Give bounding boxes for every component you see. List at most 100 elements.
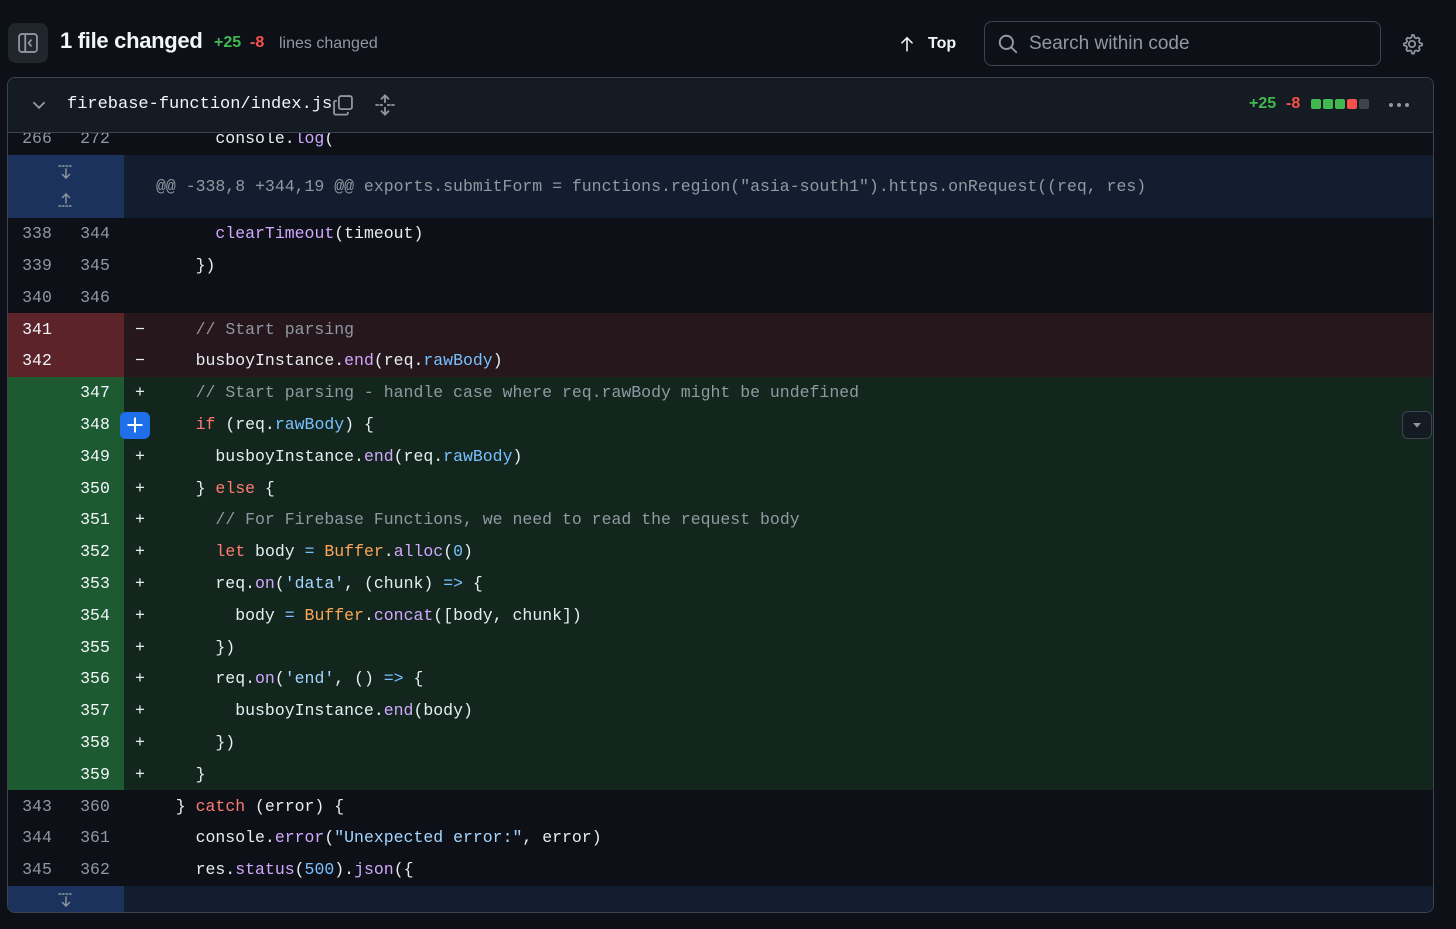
old-line-number[interactable]: 345 xyxy=(8,854,66,886)
expand-below-row xyxy=(8,885,1433,912)
old-line-number[interactable] xyxy=(8,408,66,441)
top-label: Top xyxy=(928,35,957,52)
total-deletions: -8 xyxy=(250,34,265,51)
search-icon xyxy=(998,34,1018,53)
line-options-button[interactable] xyxy=(1402,410,1432,439)
hunk-header-text: @@ -338,8 +344,19 @@ exports.submitForm … xyxy=(156,176,1147,196)
old-line-number[interactable] xyxy=(8,503,66,536)
new-line-number[interactable]: 357 xyxy=(66,694,124,727)
expand-all-button[interactable] xyxy=(372,92,398,118)
collapse-file-button[interactable] xyxy=(28,94,50,116)
file-options-button[interactable] xyxy=(1384,92,1414,118)
context-line-row: 345 362 res.status(500).json({ xyxy=(8,854,1433,886)
new-line-number[interactable]: 361 xyxy=(66,822,124,854)
added-line-row: 349 + busboyInstance.end(req.rawBody) xyxy=(8,440,1433,473)
code-line: }) xyxy=(156,255,216,275)
settings-button[interactable] xyxy=(1398,30,1426,58)
expand-down-icon[interactable] xyxy=(56,164,76,182)
new-line-number[interactable]: 350 xyxy=(66,472,124,504)
code-line: req.on('data', (chunk) => { xyxy=(156,573,483,593)
new-line-number[interactable]: 362 xyxy=(66,854,124,886)
old-line-number[interactable]: 343 xyxy=(8,790,66,822)
code-search-box[interactable] xyxy=(984,21,1381,66)
chevron-down-icon xyxy=(33,101,45,110)
old-line-number[interactable]: 340 xyxy=(8,281,66,313)
diff-marker: + xyxy=(135,573,145,593)
old-line-number[interactable]: 341 xyxy=(8,313,66,345)
unfold-icon xyxy=(375,94,395,116)
code-search-input[interactable] xyxy=(1029,32,1369,55)
new-line-number[interactable]: 358 xyxy=(66,726,124,759)
code-line: console.log( xyxy=(156,133,335,149)
diff-marker: + xyxy=(135,383,145,403)
old-line-number[interactable] xyxy=(8,567,66,600)
new-line-number[interactable]: 359 xyxy=(66,758,124,791)
added-line-row: 354 + body = Buffer.concat([body, chunk]) xyxy=(8,599,1433,632)
old-line-number[interactable] xyxy=(8,376,66,409)
diff-marker: + xyxy=(135,605,145,625)
diff-marker: + xyxy=(135,478,145,498)
diff-toolbar: 1 file changed +25 -8 lines changed Top xyxy=(0,0,1456,78)
file-path[interactable]: firebase-function/index.js xyxy=(67,95,332,114)
new-line-number[interactable]: 351 xyxy=(66,503,124,536)
old-line-number[interactable] xyxy=(8,694,66,727)
new-line-number[interactable]: 352 xyxy=(66,535,124,568)
new-line-number[interactable]: 355 xyxy=(66,631,124,663)
added-line-row: 355 + }) xyxy=(8,631,1433,663)
diff-marker: + xyxy=(135,637,145,657)
expand-down-icon[interactable] xyxy=(56,892,76,910)
new-line-number[interactable]: 344 xyxy=(66,218,124,250)
file-header: firebase-function/index.js +25 -8 xyxy=(8,78,1433,133)
file-deletions: -8 xyxy=(1286,95,1301,112)
new-line-number[interactable] xyxy=(66,344,124,377)
old-line-number[interactable] xyxy=(8,440,66,473)
copy-path-button[interactable] xyxy=(330,92,356,118)
added-line-row: 347 + // Start parsing - handle case wher… xyxy=(8,376,1433,409)
diff-marker: + xyxy=(135,764,145,784)
added-line-row: 359 + } xyxy=(8,758,1433,791)
context-line-row: 343 360 } catch (error) { xyxy=(8,790,1433,822)
new-line-number[interactable]: 360 xyxy=(66,790,124,822)
total-additions: +25 xyxy=(214,34,242,51)
old-line-number[interactable] xyxy=(8,758,66,791)
context-line-row: 338 344 clearTimeout(timeout) xyxy=(8,218,1433,250)
old-line-number[interactable] xyxy=(8,631,66,663)
diff-marker: + xyxy=(135,510,145,530)
new-line-number[interactable]: 348 xyxy=(66,408,124,441)
old-line-number[interactable]: 342 xyxy=(8,344,66,377)
diffstat-square xyxy=(1347,99,1357,109)
arrow-up-icon xyxy=(901,36,913,52)
new-line-number[interactable]: 345 xyxy=(66,250,124,282)
context-line-row: 339 345 }) xyxy=(8,250,1433,282)
new-line-number[interactable]: 356 xyxy=(66,662,124,695)
sidebar-toggle-button[interactable] xyxy=(8,23,48,63)
old-line-number[interactable] xyxy=(8,726,66,759)
kebab-horizontal-icon xyxy=(1389,103,1409,107)
new-line-number[interactable]: 353 xyxy=(66,567,124,600)
new-line-number[interactable] xyxy=(66,313,124,345)
new-line-number[interactable]: 272 xyxy=(66,133,124,155)
new-line-number[interactable]: 346 xyxy=(66,281,124,313)
diff-marker: + xyxy=(135,701,145,721)
new-line-number[interactable]: 349 xyxy=(66,440,124,473)
expand-up-icon[interactable] xyxy=(56,190,76,208)
old-line-number[interactable] xyxy=(8,662,66,695)
plus-icon xyxy=(127,417,143,433)
old-line-number[interactable] xyxy=(8,599,66,632)
copy-icon xyxy=(333,95,353,116)
old-line-number[interactable] xyxy=(8,535,66,568)
code-line: // Start parsing xyxy=(195,319,355,339)
old-line-number[interactable]: 339 xyxy=(8,250,66,282)
code-line: }) xyxy=(156,732,236,752)
old-line-number[interactable]: 266 xyxy=(8,133,66,155)
diffstat-square xyxy=(1335,99,1345,109)
scroll-to-top-button[interactable]: Top xyxy=(898,28,956,60)
old-line-number[interactable]: 338 xyxy=(8,218,66,250)
old-line-number[interactable]: 344 xyxy=(8,822,66,854)
new-line-number[interactable]: 347 xyxy=(66,376,124,409)
code-line: } catch (error) { xyxy=(156,796,345,816)
add-comment-button[interactable] xyxy=(120,411,150,439)
diffstat-square xyxy=(1311,99,1321,109)
new-line-number[interactable]: 354 xyxy=(66,599,124,632)
old-line-number[interactable] xyxy=(8,472,66,504)
